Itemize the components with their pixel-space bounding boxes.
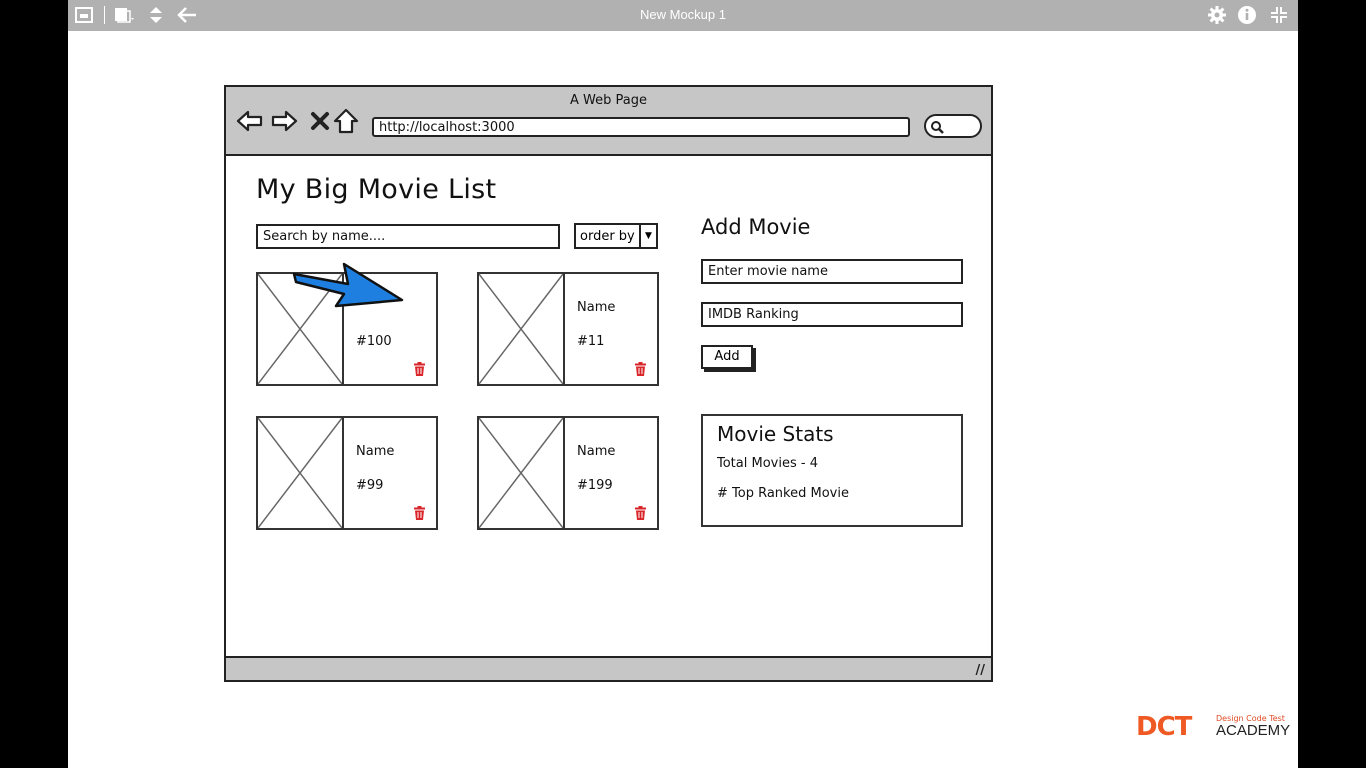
browser-forward-icon[interactable] (270, 107, 298, 135)
browser-home-icon[interactable] (332, 107, 360, 135)
movie-rank: #11 (577, 334, 605, 349)
browser-chrome: A Web Page http://localhost:3000 (226, 87, 991, 156)
stats-top-ranked: # Top Ranked Movie (717, 486, 849, 501)
page-content: My Big Movie List Search by name.... ord… (226, 158, 991, 656)
image-placeholder-icon (479, 418, 565, 528)
movie-name-placeholder: Enter movie name (708, 264, 828, 279)
browser-status-bar: // (226, 656, 991, 680)
movie-name-input[interactable]: Enter movie name (701, 259, 963, 284)
magnifier-icon (931, 121, 944, 134)
movie-rank: #99 (356, 478, 384, 493)
browser-search-box[interactable] (924, 114, 982, 138)
movie-name: Name (577, 300, 616, 315)
movie-card[interactable]: Name #11 (477, 272, 659, 386)
gear-icon[interactable] (1206, 4, 1228, 26)
movie-rank: #199 (577, 478, 613, 493)
collapse-icon[interactable] (1268, 4, 1290, 26)
movie-stats-panel: Movie Stats Total Movies - 4 # Top Ranke… (701, 414, 963, 527)
brand-logo-mark: DCT (1136, 712, 1192, 742)
movie-name: Name (577, 444, 616, 459)
chevron-down-icon: ▼ (639, 225, 656, 247)
add-movie-button[interactable]: Add (701, 345, 753, 369)
search-placeholder: Search by name.... (263, 229, 386, 244)
imdb-ranking-input[interactable]: IMDB Ranking (701, 302, 963, 327)
order-by-select[interactable]: order by ▼ (574, 223, 658, 249)
movie-card[interactable]: Name #199 (477, 416, 659, 530)
trash-icon[interactable] (634, 362, 647, 376)
stats-title: Movie Stats (717, 422, 834, 446)
trash-icon[interactable] (634, 506, 647, 520)
page-title: My Big Movie List (256, 174, 497, 205)
search-input[interactable]: Search by name.... (256, 224, 560, 249)
brand-academy: ACADEMY (1216, 722, 1291, 739)
annotation-arrow-icon (292, 262, 404, 308)
resize-grip-icon[interactable]: // (976, 663, 986, 678)
brand-logo: DCT Design Code Test ACADEMY (1136, 712, 1290, 742)
add-movie-heading: Add Movie (701, 215, 811, 239)
browser-page-title: A Web Page (570, 93, 647, 108)
app-toolbar: New Mockup 1 (68, 0, 1298, 31)
browser-stop-icon[interactable] (306, 107, 334, 135)
image-placeholder-icon (258, 418, 344, 528)
browser-back-icon[interactable] (236, 107, 264, 135)
browser-window-mockup: A Web Page http://localhost:3000 My Big … (224, 85, 993, 682)
movie-name: Name (356, 444, 395, 459)
trash-icon[interactable] (413, 506, 426, 520)
trash-icon[interactable] (413, 362, 426, 376)
app-title: New Mockup 1 (640, 7, 726, 22)
imdb-ranking-placeholder: IMDB Ranking (708, 307, 799, 322)
movie-card[interactable]: Name #99 (256, 416, 438, 530)
mockup-canvas: New Mockup 1 A Web Page http://localhost… (68, 0, 1298, 768)
movie-rank: #100 (356, 334, 392, 349)
address-bar-url: http://localhost:3000 (379, 120, 515, 135)
address-bar[interactable]: http://localhost:3000 (372, 117, 910, 137)
stats-total-movies: Total Movies - 4 (717, 456, 818, 471)
order-by-label: order by (580, 229, 635, 244)
info-icon[interactable] (1236, 4, 1258, 26)
image-placeholder-icon (479, 274, 565, 384)
